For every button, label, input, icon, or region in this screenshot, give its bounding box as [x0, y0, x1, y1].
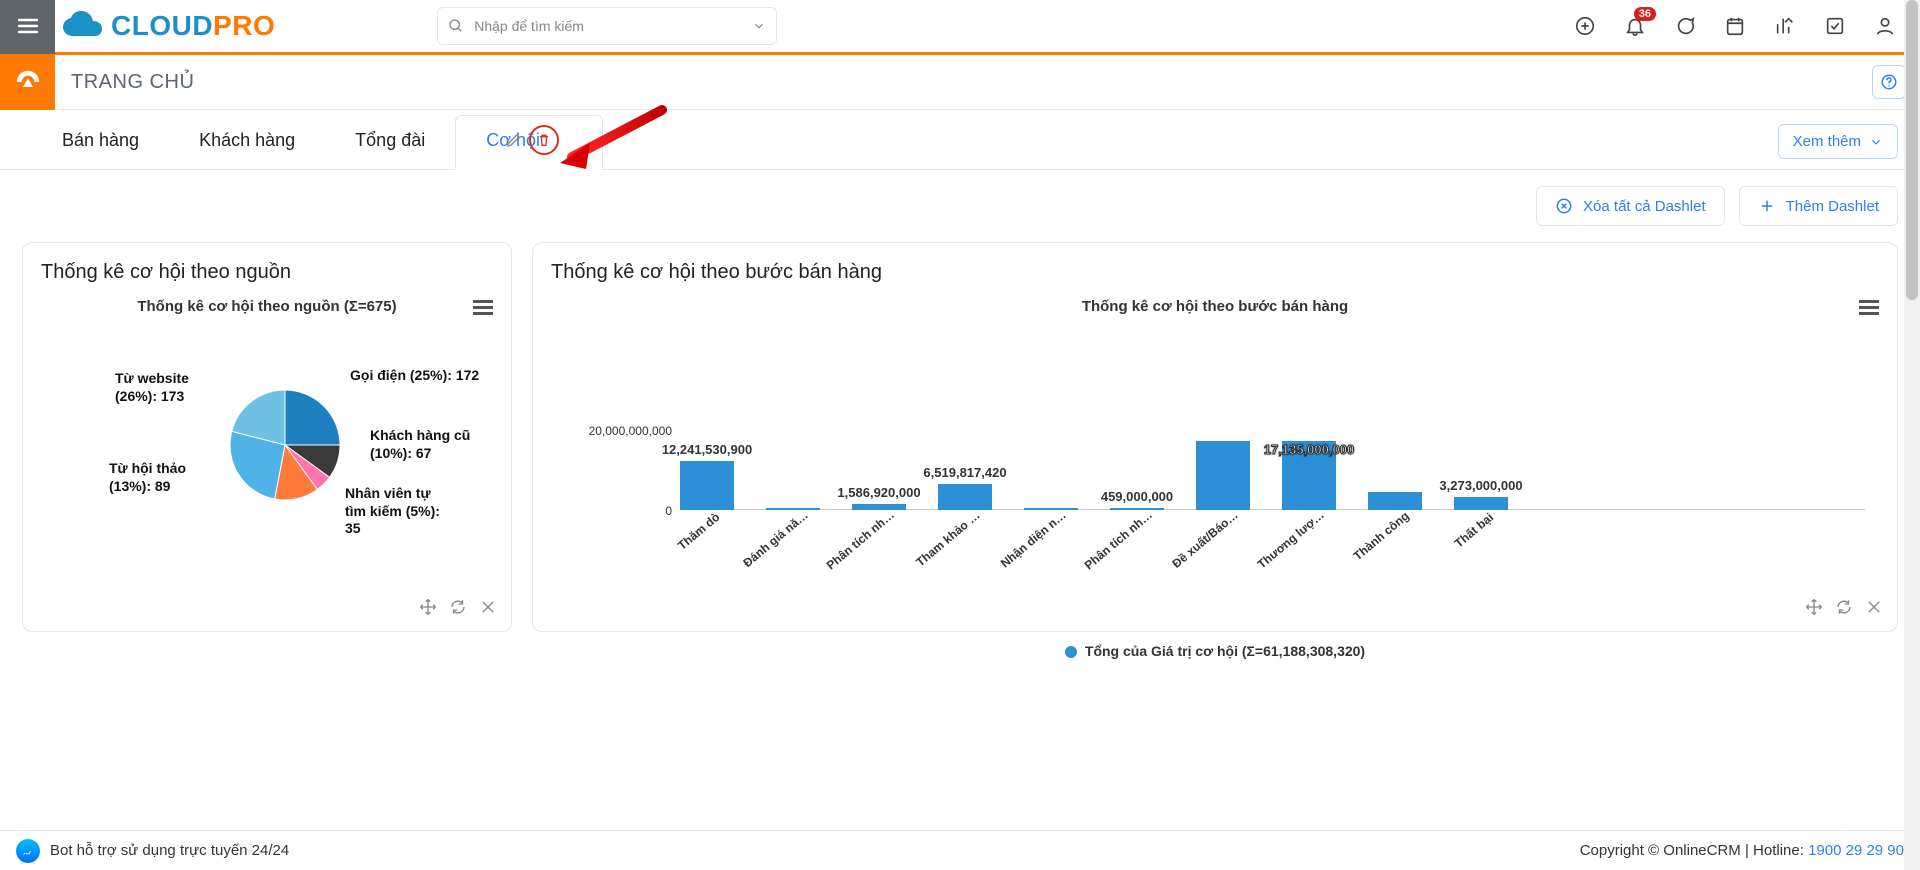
profile-button[interactable]	[1874, 15, 1896, 37]
remove-all-dashlets-button[interactable]: Xóa tất cả Dashlet	[1536, 186, 1725, 226]
trash-icon	[536, 132, 552, 148]
bar-category-label: Thành công	[1351, 509, 1412, 563]
dashlet-bar-stage: Thống kê cơ hội theo bước bán hàng Thống…	[532, 242, 1898, 632]
copyright: Copyright © OnlineCRM | Hotline: 1900 29…	[1580, 842, 1904, 859]
chevron-down-icon	[1869, 135, 1883, 149]
dashboard-area: Thống kê cơ hội theo nguồn Thống kê cơ h…	[0, 236, 1920, 652]
view-more-button[interactable]: Xem thêm	[1778, 124, 1898, 159]
dashboard-tabs: Bán hàng Khách hàng Tổng đài Cơ hội Xem …	[0, 110, 1920, 170]
top-header: CLOUDPRO Nhập để tìm kiếm 36	[0, 0, 1920, 55]
pie-slice-label: Từ website (26%): 173	[115, 370, 189, 405]
bar-category-label: Thăm dò	[675, 510, 722, 553]
pie-chart-title: Thống kê cơ hội theo nguồn (Σ=675)	[35, 298, 499, 315]
bar-value-label: 3,273,000,000	[1439, 478, 1522, 493]
pie-slice-label: Từ hội thảo (13%): 89	[109, 460, 186, 495]
chat-button[interactable]	[1674, 15, 1696, 37]
bar-value-label: 459,000,000	[1101, 489, 1173, 504]
tab-khach-hang[interactable]: Khách hàng	[169, 116, 325, 169]
reports-button[interactable]	[1774, 15, 1796, 37]
help-button[interactable]	[1872, 65, 1906, 99]
add-dashlet-button[interactable]: Thêm Dashlet	[1739, 186, 1898, 226]
close-icon[interactable]	[1865, 598, 1883, 619]
bar-value-label: 1,586,920,000	[837, 485, 920, 500]
delete-tab-button[interactable]	[529, 125, 559, 155]
chevron-down-icon	[752, 19, 766, 33]
bar-category-label: Thương lượ…	[1255, 508, 1327, 572]
brand-logo[interactable]: CLOUDPRO	[55, 0, 287, 54]
pie-slice-label: Nhân viên tự tìm kiếm (5%): 35	[345, 485, 440, 538]
hamburger-button[interactable]	[0, 0, 55, 54]
legend-dot	[1065, 646, 1077, 658]
bot-status: Bot hỗ trợ sử dụng trực tuyến 24/24	[50, 842, 289, 859]
bar-chart-title: Thống kê cơ hội theo bước bán hàng	[545, 298, 1885, 315]
dashlet-footer-actions	[419, 598, 497, 619]
bar-category-label: Nhận diện n…	[998, 508, 1069, 571]
global-search[interactable]: Nhập để tìm kiếm	[437, 7, 777, 45]
vertical-scrollbar[interactable]	[1904, 0, 1920, 870]
bar-value-label: 12,241,530,900	[662, 442, 752, 457]
title-bar: TRANG CHỦ	[0, 55, 1920, 110]
bar-category-label: Phân tích nh…	[824, 508, 897, 573]
close-icon[interactable]	[479, 598, 497, 619]
dashlet-footer-actions	[1805, 598, 1883, 619]
pie-slice-label: Gọi điện (25%): 172	[350, 367, 479, 385]
move-icon[interactable]	[1805, 598, 1823, 619]
bar-category-label: Tham khảo …	[913, 508, 982, 569]
search-icon	[448, 18, 464, 34]
bar-value-label: 17,135,000,000	[1264, 442, 1354, 457]
dashlet-title: Thống kê cơ hội theo bước bán hàng	[551, 261, 1879, 284]
tab-actions	[505, 125, 559, 155]
notification-badge: 36	[1634, 7, 1656, 21]
tasks-button[interactable]	[1824, 15, 1846, 37]
plus-icon	[1758, 197, 1776, 215]
pie-slice-label: Khách hàng cũ (10%): 67	[370, 427, 470, 462]
tab-ban-hang[interactable]: Bán hàng	[32, 116, 169, 169]
search-placeholder: Nhập để tìm kiếm	[474, 18, 584, 34]
add-button[interactable]	[1574, 15, 1596, 37]
dashboard-icon	[0, 55, 55, 110]
calendar-button[interactable]	[1724, 15, 1746, 37]
y-tick: 0	[665, 504, 672, 518]
refresh-icon[interactable]	[1835, 598, 1853, 619]
refresh-icon[interactable]	[449, 598, 467, 619]
pie-chart: Gọi điện (25%): 172 Khách hàng cũ (10%): …	[35, 315, 499, 585]
pencil-icon[interactable]	[505, 131, 523, 149]
dashlet-title: Thống kê cơ hội theo nguồn	[41, 261, 493, 284]
move-icon[interactable]	[419, 598, 437, 619]
page-title: TRANG CHỦ	[71, 71, 194, 94]
hotline-number[interactable]: 1900 29 29 90	[1808, 842, 1904, 859]
tab-tong-dai[interactable]: Tổng đài	[325, 116, 455, 169]
header-actions: 36	[1574, 15, 1896, 37]
y-tick: 20,000,000,000	[589, 424, 672, 438]
close-circle-icon	[1555, 197, 1573, 215]
dashlet-toolbar: Xóa tất cả Dashlet Thêm Dashlet	[0, 170, 1920, 236]
notifications-button[interactable]: 36	[1624, 15, 1646, 37]
messenger-icon[interactable]	[16, 839, 40, 863]
dashlet-pie-source: Thống kê cơ hội theo nguồn Thống kê cơ h…	[22, 242, 512, 632]
bar-category-label: Phân tích nh…	[1082, 508, 1155, 573]
bar-chart: 0 20,000,000,000 12,241,530,900Thăm dòĐá…	[545, 325, 1885, 565]
bar-category-label: Đề xuất/Báo…	[1169, 508, 1240, 571]
bar-category-label: Đánh giá nă…	[740, 508, 810, 570]
bar-legend: Tổng của Giá trị cơ hội (Σ=61,188,308,32…	[545, 643, 1885, 659]
page-footer: Bot hỗ trợ sử dụng trực tuyến 24/24 Copy…	[0, 830, 1920, 870]
bar-value-label: 6,519,817,420	[923, 465, 1006, 480]
bar-category-label: Thất bại	[1452, 510, 1496, 550]
